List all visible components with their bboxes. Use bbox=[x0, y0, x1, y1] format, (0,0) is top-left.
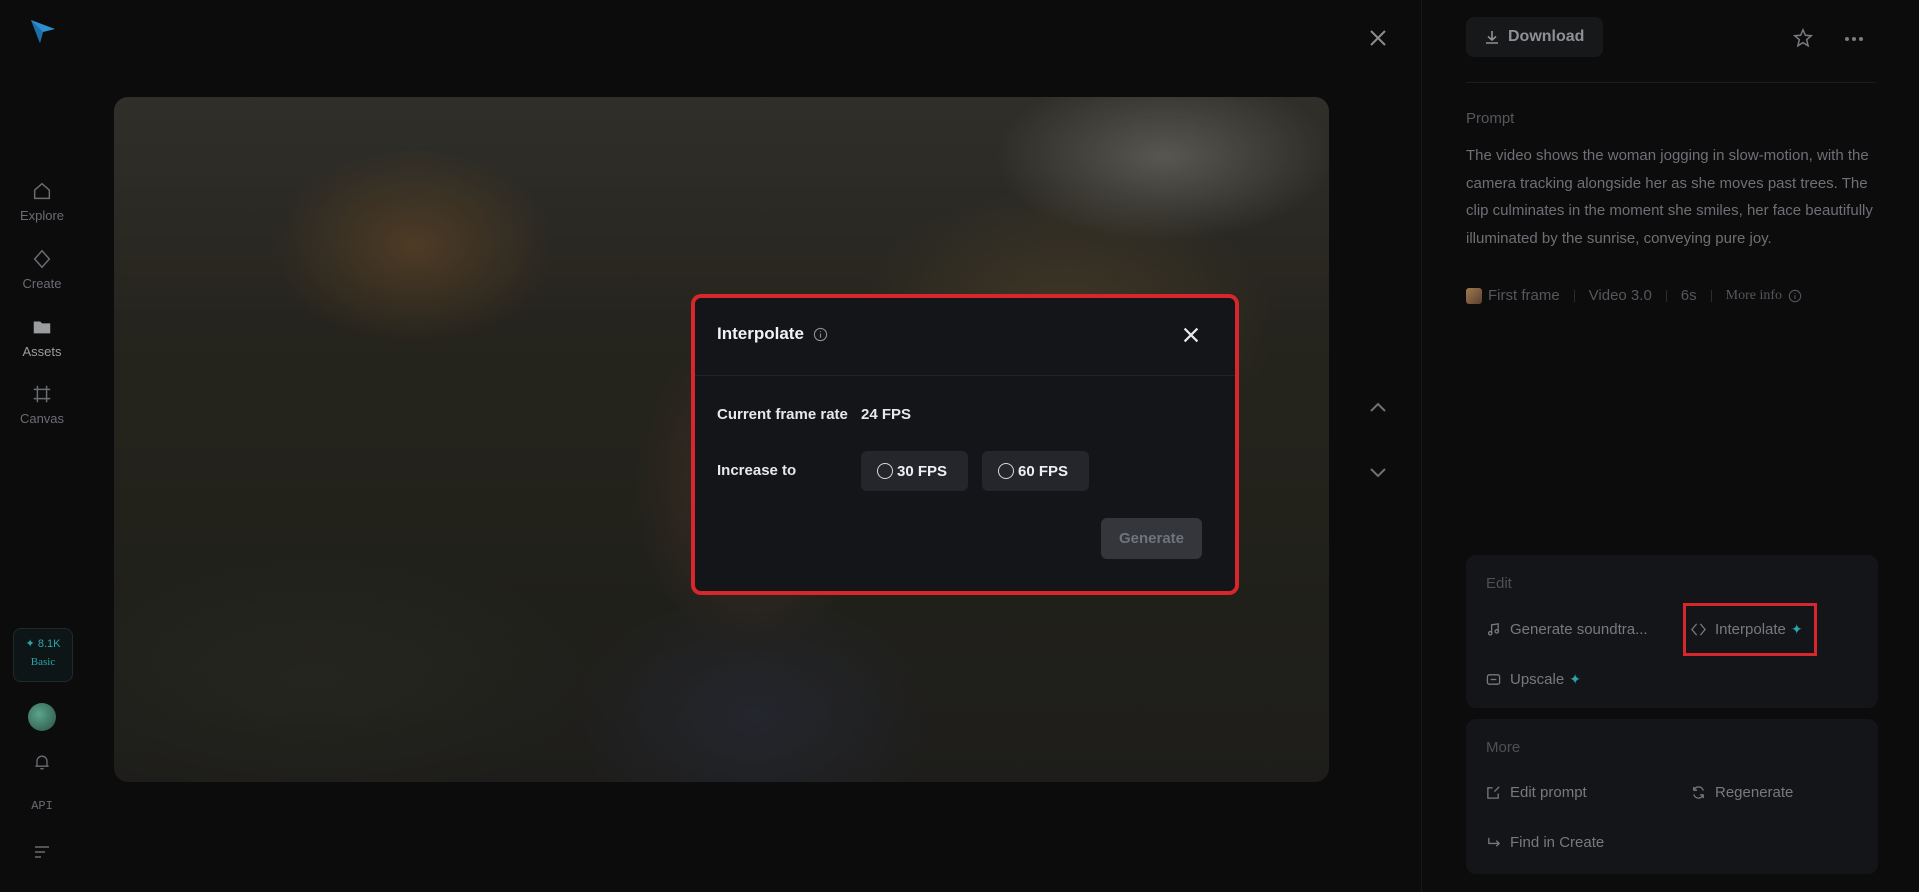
panel-divider bbox=[1421, 0, 1422, 892]
close-viewer-icon[interactable] bbox=[1366, 26, 1390, 50]
refresh-icon bbox=[1693, 786, 1704, 799]
video-meta: First frame Video 3.0 6s More info bbox=[1466, 287, 1802, 304]
folder-icon bbox=[33, 321, 51, 334]
prompt-label: Prompt bbox=[1466, 110, 1515, 127]
nav-canvas-label: Canvas bbox=[19, 411, 65, 426]
home-icon bbox=[33, 182, 51, 200]
duration-label: 6s bbox=[1680, 287, 1697, 304]
chevron-up-icon[interactable] bbox=[1366, 396, 1390, 420]
current-frame-rate-value: 24 FPS bbox=[861, 406, 912, 423]
return-icon bbox=[1488, 837, 1501, 847]
model-label: Video 3.0 bbox=[1588, 287, 1652, 304]
meta-separator bbox=[1573, 289, 1575, 302]
nav-create-label: Create bbox=[22, 276, 62, 291]
more-options-icon[interactable] bbox=[1844, 36, 1864, 42]
menu-icon[interactable] bbox=[34, 845, 50, 859]
regenerate-button[interactable]: Regenerate bbox=[1691, 784, 1793, 801]
download-button[interactable]: Download bbox=[1466, 17, 1603, 57]
generate-button[interactable]: Generate bbox=[1101, 518, 1202, 559]
more-info-link[interactable]: More info bbox=[1726, 288, 1782, 304]
credits-badge[interactable]: ✦ 8.1K Basic bbox=[13, 628, 73, 682]
interpolate-highlight bbox=[1683, 603, 1817, 656]
sparkle-icon: ✦ bbox=[1569, 671, 1581, 687]
edit-prompt-label: Edit prompt bbox=[1510, 784, 1587, 801]
interpolate-modal: Interpolate Current frame rate 24 FPS In… bbox=[695, 298, 1235, 591]
panel-separator bbox=[1466, 82, 1876, 83]
credits-amount: ✦ 8.1K bbox=[25, 638, 61, 650]
app-root: Explore Create Assets Canvas ✦ 8.1K Basi… bbox=[0, 0, 1919, 892]
upscale-button[interactable]: Upscale ✦ bbox=[1486, 671, 1581, 688]
modal-header: Interpolate bbox=[695, 298, 1235, 376]
edit-icon bbox=[1487, 786, 1500, 799]
first-frame-thumbnail bbox=[1466, 287, 1482, 304]
nav-explore[interactable]: Explore bbox=[0, 180, 84, 223]
nav-assets-label: Assets bbox=[22, 344, 62, 359]
fps-option-30-label: 30 FPS bbox=[897, 462, 948, 480]
more-card: More Edit prompt Regenerate Find in Crea… bbox=[1466, 719, 1878, 874]
increase-to-label: Increase to bbox=[717, 462, 797, 479]
nav-explore-label: Explore bbox=[19, 208, 65, 223]
modal-title: Interpolate bbox=[717, 324, 804, 343]
fps-option-60[interactable]: 60 FPS bbox=[982, 451, 1089, 491]
chevron-down-icon[interactable] bbox=[1366, 460, 1390, 484]
download-icon bbox=[1486, 31, 1498, 44]
nav-create[interactable]: Create bbox=[0, 248, 84, 291]
avatar[interactable] bbox=[28, 703, 56, 731]
upscale-icon bbox=[1486, 674, 1501, 685]
edit-label: Edit bbox=[1486, 575, 1512, 592]
left-sidebar: Explore Create Assets Canvas ✦ 8.1K Basi… bbox=[0, 0, 84, 892]
first-frame-label[interactable]: First frame bbox=[1488, 287, 1560, 304]
fps-option-60-label: 60 FPS bbox=[1018, 462, 1069, 480]
download-label: Download bbox=[1508, 28, 1585, 45]
api-link[interactable]: API bbox=[0, 799, 84, 813]
generate-soundtrack-label: Generate soundtra... bbox=[1510, 621, 1648, 638]
prompt-text: The video shows the woman jogging in slo… bbox=[1466, 147, 1873, 247]
radio-icon bbox=[998, 463, 1014, 479]
nav-assets[interactable]: Assets bbox=[0, 316, 84, 359]
bell-icon[interactable] bbox=[32, 752, 52, 772]
close-icon[interactable] bbox=[1180, 324, 1202, 346]
info-icon[interactable] bbox=[813, 327, 828, 342]
more-label: More bbox=[1486, 739, 1521, 756]
star-icon[interactable] bbox=[1792, 27, 1814, 49]
fps-option-30[interactable]: 30 FPS bbox=[861, 451, 968, 491]
current-frame-rate-label: Current frame rate bbox=[717, 406, 848, 423]
meta-separator bbox=[1710, 289, 1712, 302]
find-in-create-label: Find in Create bbox=[1510, 834, 1605, 851]
plan-label: Basic bbox=[30, 656, 56, 668]
regenerate-label: Regenerate bbox=[1715, 784, 1794, 801]
diamond-icon bbox=[33, 249, 51, 269]
find-in-create-button[interactable]: Find in Create bbox=[1486, 834, 1604, 851]
grid-icon bbox=[33, 385, 51, 403]
info-icon[interactable] bbox=[1788, 289, 1802, 303]
edit-prompt-button[interactable]: Edit prompt bbox=[1486, 784, 1587, 801]
music-note-icon bbox=[1487, 623, 1500, 636]
nav-canvas[interactable]: Canvas bbox=[0, 383, 84, 426]
upscale-label: Upscale bbox=[1510, 671, 1565, 688]
radio-icon bbox=[877, 463, 893, 479]
generate-soundtrack-button[interactable]: Generate soundtra... bbox=[1486, 621, 1648, 638]
meta-separator bbox=[1665, 289, 1667, 302]
logo-icon[interactable] bbox=[28, 16, 58, 46]
